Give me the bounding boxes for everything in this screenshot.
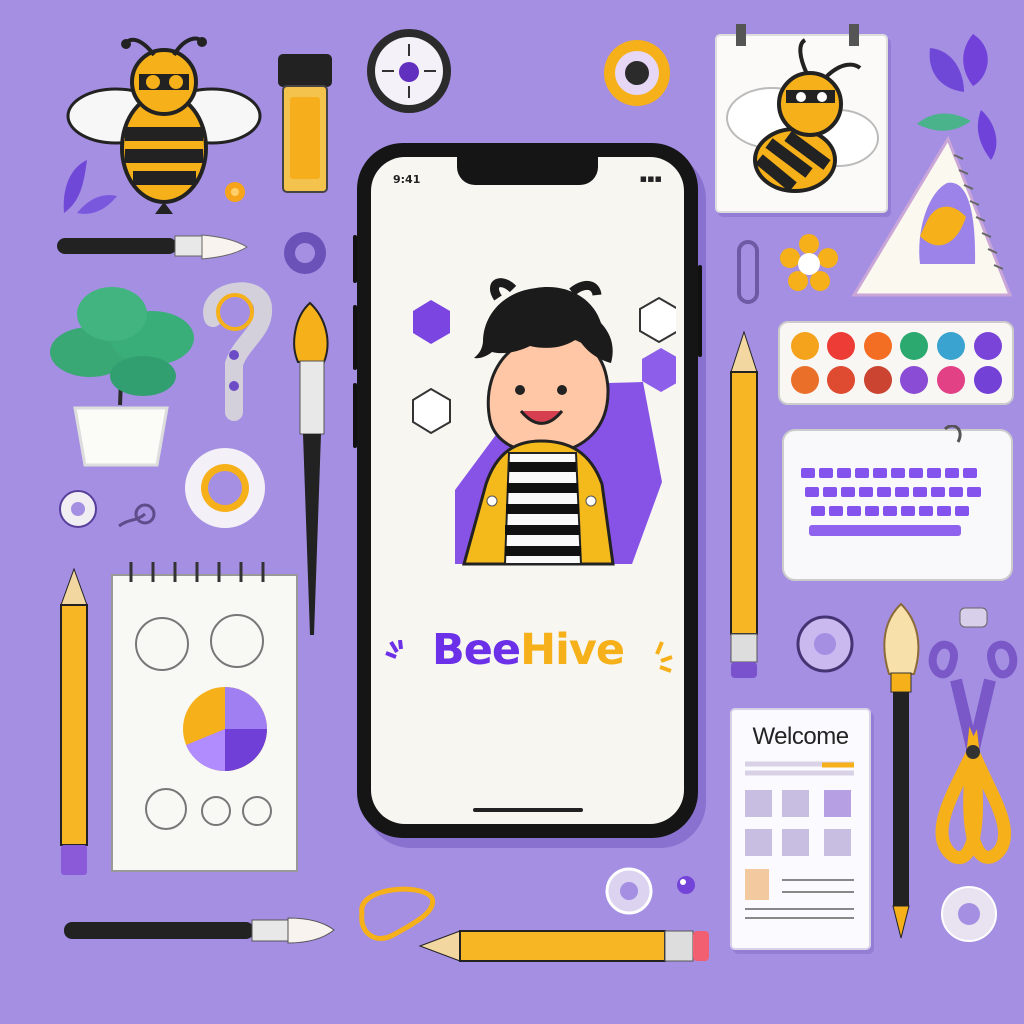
watercolor-palette-icon — [778, 321, 1014, 405]
welcome-layout-illustration — [745, 761, 854, 919]
tape-roll-icon — [284, 232, 326, 274]
pencil-icon — [60, 567, 88, 875]
paint-brush-icon — [57, 234, 248, 260]
bead-icon — [225, 182, 245, 202]
status-icons: ▪▪▪ — [639, 172, 662, 185]
flower-icon — [780, 234, 838, 291]
clock-icon — [367, 29, 451, 113]
tape-roll-icon — [59, 490, 97, 528]
desk-scene: 9:41 ▪▪▪ BeeHive Welcome — [0, 0, 1024, 1024]
welcome-screen-card: Welcome — [730, 708, 871, 950]
tape-roll-icon — [796, 615, 854, 673]
tape-roll-icon — [941, 886, 997, 942]
welcome-title: Welcome — [752, 723, 849, 750]
tape-roll-icon — [185, 448, 265, 528]
ruler-triangle-icon — [851, 135, 1013, 297]
home-indicator — [473, 808, 583, 812]
tape-roll-icon — [604, 40, 670, 106]
tape-roll-icon — [605, 867, 653, 915]
glue-bottle-icon — [278, 54, 332, 193]
tape-roll-icon — [959, 607, 988, 628]
avatar-illustration — [412, 278, 676, 566]
keyboard-icon — [782, 425, 1013, 581]
smartphone: 9:41 ▪▪▪ BeeHive — [353, 143, 702, 838]
status-time: 9:41 — [393, 173, 421, 186]
pencil-icon — [730, 330, 758, 678]
leaf-icon — [63, 160, 117, 214]
paint-brush-icon — [883, 602, 920, 939]
paint-brush-icon — [64, 917, 335, 944]
phone-screen: 9:41 ▪▪▪ BeeHive — [371, 157, 684, 824]
pencil-icon — [418, 930, 709, 962]
paper-clip-icon — [737, 240, 759, 304]
notebook-icon — [111, 562, 298, 872]
plant-pot-icon — [50, 287, 194, 467]
paper-clip-icon — [203, 282, 273, 421]
camera-notch — [457, 157, 598, 185]
spark-lines-icon — [385, 640, 673, 673]
scissors-icon — [928, 640, 1018, 865]
small-clip-icon — [118, 503, 156, 528]
bead-icon — [677, 876, 695, 894]
